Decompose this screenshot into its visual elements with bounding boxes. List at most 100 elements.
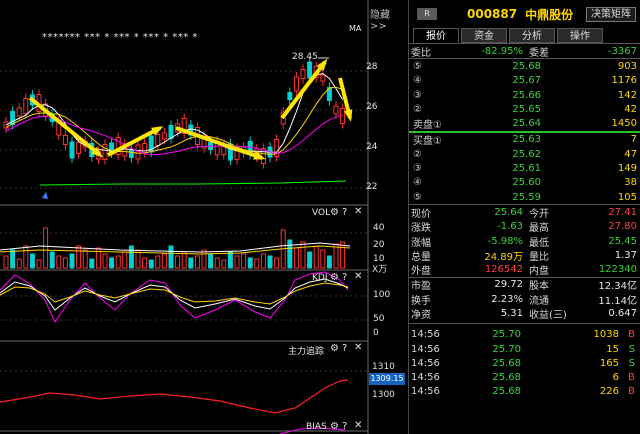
volume-bar [56,255,62,269]
quote-row: 外盘 126542 内盘 122340 [409,262,640,278]
volume-bar [247,257,253,269]
buy-order-book: 买盘① 25.63 7 ② 25.62 47 ③ 25.61 149 ④ 25.60 38 ⑤ 25.59… [409,133,640,204]
volume-bar [201,249,207,269]
tick-time: 14:56 [411,386,440,398]
volume-bar [208,253,214,269]
order-level-label: ② [413,148,422,160]
tick-volume: 165 [599,357,619,369]
quote-label: 外盘 [411,266,431,278]
candle-body [333,105,339,115]
volume-bar [227,251,233,269]
quote-value: 12.34亿 [598,281,637,293]
vol-panel-title: VOL [312,208,331,218]
order-level-label: ⑤ [413,191,422,203]
kdj-help-icon[interactable]: ? [342,272,347,283]
vol-close-icon[interactable]: ✕ [354,206,362,217]
trend-arrow-head [343,109,353,122]
kdj-settings-icon[interactable]: ⚙ [330,272,339,283]
main-force-settings-icon[interactable]: ⚙ [330,343,339,354]
volume-bar [287,239,293,269]
order-volume: 1176 [611,75,637,87]
volume-bar [36,259,42,269]
tab-operation[interactable]: 操作 [557,28,603,43]
tick-row[interactable]: 14:56 25.68 165 S [409,356,640,370]
volume-bar [260,253,266,269]
quote-value: 29.72 [494,279,523,291]
quote-label: 量比 [529,251,549,263]
tick-price: 25.68 [492,372,521,384]
tab-funds[interactable]: 资金 [461,28,507,43]
tick-list[interactable]: 14:56 25.70 1038 B 14:56 25.70 15 S 14:56 25.68 16… [409,328,640,399]
volume-bar [142,257,148,269]
volume-bar [82,249,88,269]
volume-bar [267,255,273,269]
tick-row[interactable]: 14:56 25.68 6 B [409,371,640,385]
tab-quote[interactable]: 报价 [413,28,459,43]
volume-bar [155,255,161,269]
peak-price-label: 28.45 [292,52,318,62]
sell-orders-row: 卖盘① 25.64 1450 [409,116,640,131]
quote-label: 现价 [411,208,431,220]
main-force-help-icon[interactable]: ? [342,343,347,354]
decision-matrix-button[interactable]: 决策矩阵 [586,7,636,22]
tick-price: 25.70 [492,343,521,355]
tick-price: 25.68 [492,386,521,398]
quote-value: 27.80 [608,221,637,233]
volume-bar [293,247,299,269]
volume-bar [89,258,95,269]
tick-direction: B [628,329,635,341]
order-price: 25.63 [512,134,541,146]
quote-value: 126542 [484,264,523,276]
volume-bar [122,251,128,269]
tick-row[interactable]: 14:56 25.68 226 B [409,385,640,399]
candle-body [287,92,293,100]
candle-body [168,125,174,139]
weicha-value: -3367 [607,45,637,57]
candle-body [76,142,82,154]
buy-orders-row: ② 25.62 47 [409,147,640,161]
chart-area[interactable]: 隐藏>> MA ******* *** * *** * *** * *** * … [0,0,405,434]
quote-row: 现价 25.64 今开 27.41 [409,205,640,220]
volume-bar [320,249,326,269]
tab-analysis[interactable]: 分析 [509,28,555,43]
main-force-close-icon[interactable]: ✕ [354,342,362,353]
hide-panel-button[interactable]: 隐藏>> [370,6,405,32]
quote-row: 涨幅 -5.98% 最低 25.45 [409,234,640,249]
volume-bar [307,251,313,269]
weibi-row: 委比 -82.95% 委差 -3367 [409,44,640,59]
kdj-close-icon[interactable]: ✕ [354,271,362,282]
weicha-label: 委差 [529,47,549,59]
order-volume: 1450 [611,118,637,130]
quote-label: 净资 [411,310,431,321]
quote-value: 11.14亿 [598,295,637,307]
buy-orders-row: 买盘① 25.63 7 [409,133,640,147]
tick-row[interactable]: 14:56 25.70 1038 B [409,328,640,342]
vol-axis-40: 40 [373,223,385,233]
order-volume: 7 [630,134,637,146]
volume-bar [76,245,82,269]
volume-bar [115,255,121,269]
quote-value: -5.98% [487,235,523,247]
candle-body [161,132,167,140]
tick-row[interactable]: 14:56 25.70 15 S [409,342,640,356]
volume-bar [29,253,35,269]
kdj-axis-100: 100 [373,290,391,300]
order-price: 25.59 [512,191,541,203]
bias-settings-icon[interactable]: ⚙ [330,421,339,432]
volume-bar [326,255,332,269]
vol-help-icon[interactable]: ? [342,207,347,218]
bias-close-icon[interactable]: ✕ [354,420,362,431]
vol-unit-label: X万 [372,265,388,275]
candle-body [320,74,326,82]
signal-stars-row: ******* *** * *** * *** * *** * [42,32,198,43]
tick-time: 14:56 [411,372,440,384]
volume-bar [10,249,16,269]
volume-bar [128,245,134,269]
order-volume: 38 [624,177,637,189]
vol-settings-icon[interactable]: ⚙ [330,207,339,218]
bias-help-icon[interactable]: ? [342,421,347,432]
order-level-label: ⑤ [413,60,422,72]
tick-direction: S [628,357,635,369]
volume-bar [16,258,22,269]
tick-time: 14:56 [411,343,440,355]
